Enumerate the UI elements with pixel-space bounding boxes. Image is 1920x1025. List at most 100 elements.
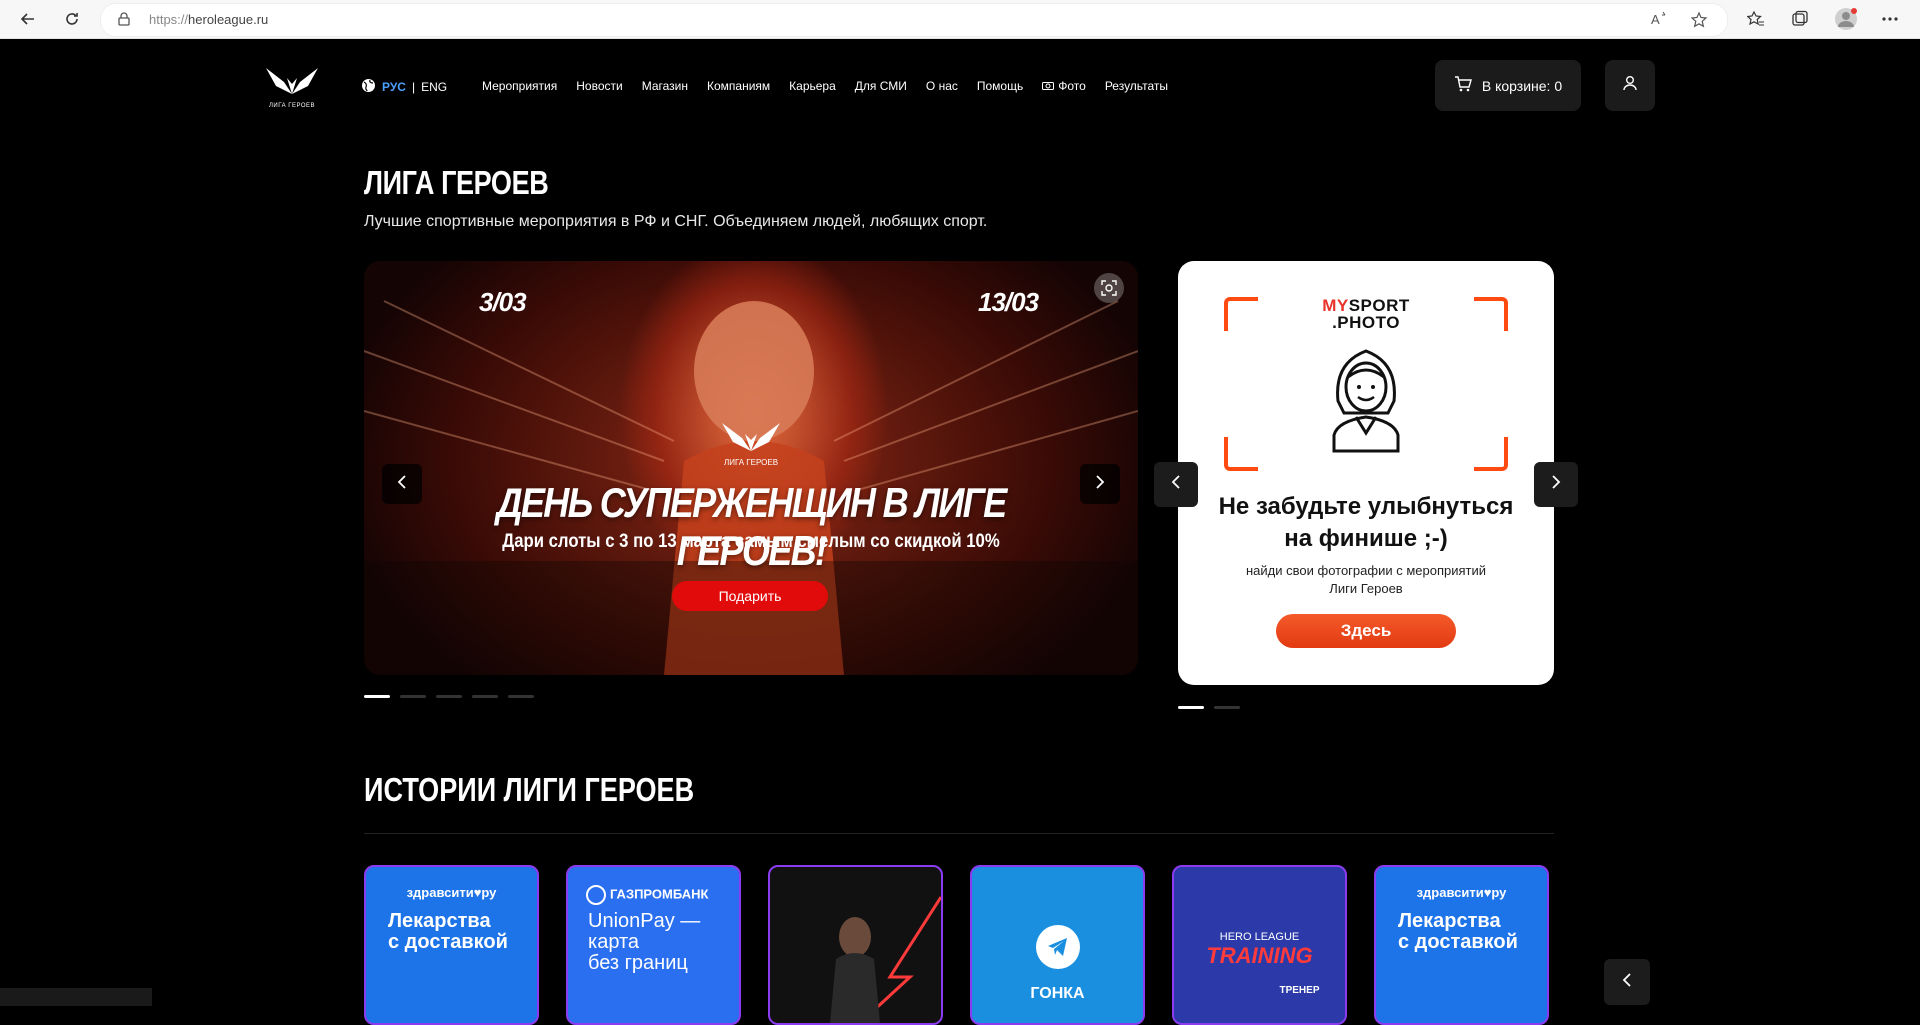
banner-subline: Дари слоты с 3 по 13 марта самым смелым … (502, 531, 1000, 552)
desc-line: найди свои фотографии с мероприятий (1246, 563, 1486, 578)
nav-press[interactable]: Для СМИ (855, 79, 907, 93)
user-icon (1622, 75, 1638, 96)
read-aloud-icon[interactable]: A (1651, 11, 1669, 32)
main-nav: Мероприятия Новости Магазин Компаниям Ка… (482, 79, 1187, 93)
nav-label: Для СМИ (854, 79, 907, 93)
banner-headline: ДЕНЬ СУПЕРЖЕНЩИН В ЛИГЕ ГЕРОЕВ! (496, 479, 1008, 574)
find-photos-button[interactable]: Здесь (1276, 614, 1456, 648)
address-bar[interactable]: https://heroleague.ru A (100, 3, 1728, 37)
reload-icon[interactable] (58, 6, 86, 32)
story-brand: ГОНКА (1030, 985, 1085, 1002)
gift-button[interactable]: Подарить (672, 581, 828, 611)
nav-news[interactable]: Новости (576, 79, 622, 93)
promo-banner[interactable]: 3/03 13/03 ЛИГА ГЕРОЕВ ДЕНЬ СУПЕРЖЕНЩИН … (364, 261, 1138, 675)
mysport-photo-card[interactable]: MYSPORT .PHOTO Не забудьте улыбнуться на… (1178, 261, 1554, 685)
story-card[interactable]: HERO LEAGUE TRAINING ТРЕНЕР (1172, 865, 1347, 1025)
telegram-icon (1036, 925, 1080, 969)
stories-title: ИСТОРИИ ЛИГИ ГЕРОЕВ (364, 771, 695, 808)
frame-corner (1224, 437, 1258, 471)
banner-dot-3[interactable] (436, 695, 462, 698)
story-line: без границ (588, 952, 688, 974)
nav-help[interactable]: Помощь (977, 79, 1023, 93)
banner-prev-button[interactable] (382, 464, 422, 504)
title-line: на финише ;-) (1284, 525, 1448, 552)
chevron-right-icon (1551, 474, 1561, 495)
favorites-icon[interactable] (1742, 6, 1770, 32)
lock-icon[interactable] (118, 12, 130, 31)
story-card[interactable]: ГОНКА (970, 865, 1145, 1025)
photo-card-next-button[interactable] (1534, 462, 1578, 507)
story-card[interactable]: ГАЗПРОМБАНК UnionPay — карта без границ (566, 865, 741, 1025)
nav-label: Компаниям (706, 79, 771, 93)
hero-league-logo[interactable]: ЛИГА ГЕРОЕВ (262, 64, 322, 109)
chevron-left-icon (1622, 972, 1632, 993)
cart-button[interactable]: В корзине: 0 (1435, 60, 1581, 111)
camera-icon (1042, 79, 1055, 93)
photo-card-prev-button[interactable] (1154, 462, 1198, 507)
nav-results[interactable]: Результаты (1105, 79, 1168, 93)
stories-prev-button[interactable] (1604, 959, 1650, 1005)
story-caption: ТРЕНЕР (1279, 985, 1320, 996)
banner-dot-5[interactable] (508, 695, 534, 698)
banner-dot-2[interactable] (400, 695, 426, 698)
banner-dot-1[interactable] (364, 695, 390, 698)
account-button[interactable] (1605, 60, 1655, 111)
nav-label: Мероприятия (482, 79, 558, 93)
svg-text:A: A (1651, 12, 1660, 27)
gazprombank-icon (586, 885, 606, 905)
nav-label: Фото (1058, 79, 1086, 93)
logo-caption: ЛИГА ГЕРОЕВ (268, 103, 316, 109)
globe-icon[interactable] (361, 78, 376, 96)
banner-date-end: 13/03 (978, 287, 1039, 317)
nav-label: Помощь (976, 79, 1024, 93)
nav-label: Новости (576, 79, 623, 93)
story-brand: здравсити♥ру (406, 885, 497, 900)
visual-search-icon[interactable] (1094, 273, 1124, 303)
more-menu-icon[interactable] (1876, 6, 1904, 32)
nav-label: О нас (925, 79, 958, 93)
banner-dot-4[interactable] (472, 695, 498, 698)
photo-card-pagination (1178, 706, 1240, 709)
nav-photo[interactable]: Фото (1042, 79, 1086, 93)
chevron-right-icon (1095, 474, 1105, 495)
story-text: UnionPay — карта без границ (588, 911, 700, 974)
divider (364, 833, 1554, 834)
story-card[interactable]: здравсити♥ру Лекарства с доставкой (1374, 865, 1549, 1025)
lang-en[interactable]: ENG (421, 80, 447, 94)
nav-events[interactable]: Мероприятия (482, 79, 557, 93)
banner-next-button[interactable] (1080, 464, 1120, 504)
lang-ru[interactable]: РУС (382, 80, 406, 94)
title-line: Не забудьте улыбнуться (1218, 493, 1514, 520)
story-card[interactable] (768, 865, 943, 1025)
nav-about[interactable]: О нас (926, 79, 958, 93)
story-brand: здравсити♥ру (1416, 885, 1507, 900)
nav-label: Результаты (1104, 79, 1169, 93)
chevron-left-icon (397, 474, 407, 495)
photo-dot-1[interactable] (1178, 706, 1204, 709)
nav-label: Магазин (641, 79, 688, 93)
collections-icon[interactable] (1786, 6, 1814, 32)
story-text: Лекарства с доставкой (388, 911, 508, 953)
banner-date-start: 3/03 (479, 287, 527, 317)
photo-dot-2[interactable] (1214, 706, 1240, 709)
page-title: ЛИГА ГЕРОЕВ (364, 164, 549, 201)
favorite-add-icon[interactable] (1690, 11, 1709, 34)
nav-shop[interactable]: Магазин (642, 79, 688, 93)
frame-corner (1474, 437, 1508, 471)
banner-logo-caption: ЛИГА ГЕРОЕВ (723, 458, 779, 467)
nav-companies[interactable]: Компаниям (707, 79, 770, 93)
story-line: карта (588, 931, 640, 953)
browser-toolbar: https://heroleague.ru A (0, 0, 1920, 39)
story-line: с доставкой (388, 931, 508, 953)
story-brand-label: ГАЗПРОМБАНК (610, 886, 709, 902)
nav-career[interactable]: Карьера (789, 79, 836, 93)
story-line: с доставкой (1398, 931, 1518, 953)
profile-avatar-icon[interactable] (1832, 6, 1860, 32)
desc-line: Лиги Героев (1329, 581, 1403, 596)
language-switcher: РУС | ENG (361, 78, 447, 96)
url-text: https://heroleague.ru (149, 12, 269, 27)
story-headline: TRAINING (1206, 943, 1313, 968)
banner-pagination (364, 695, 534, 698)
back-icon[interactable] (14, 6, 42, 32)
story-card[interactable]: здравсити♥ру Лекарства с доставкой (364, 865, 539, 1025)
